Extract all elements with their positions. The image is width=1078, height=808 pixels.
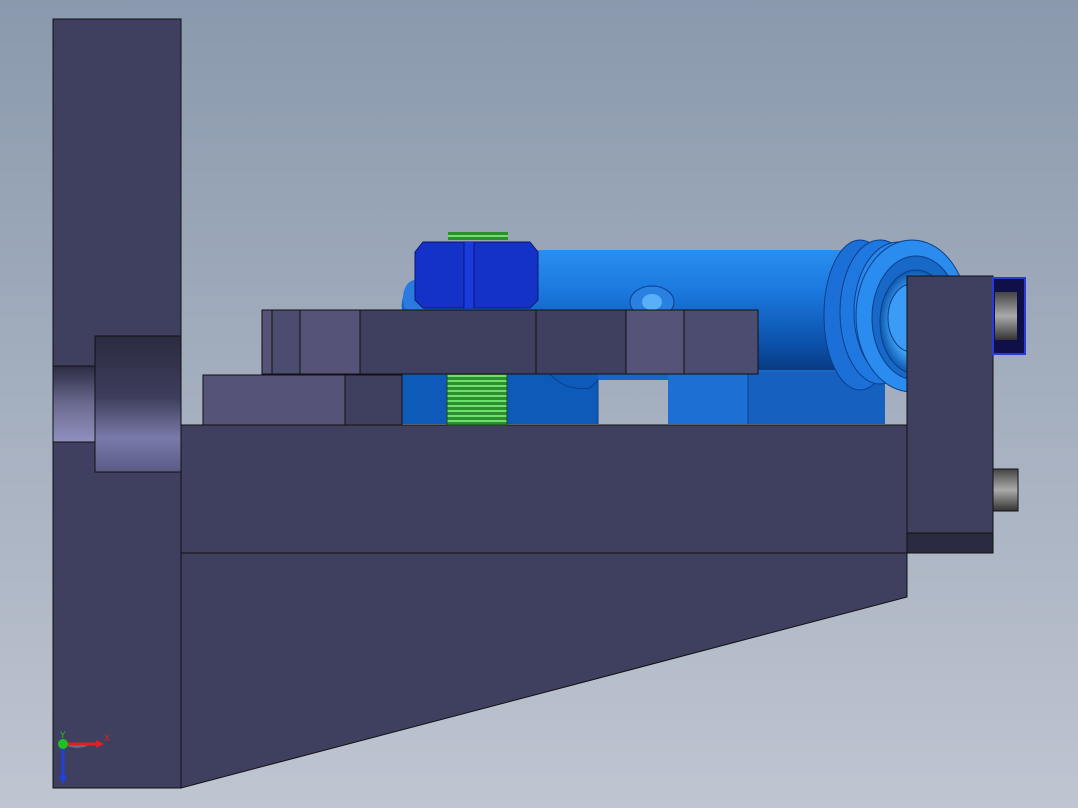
mounting-plate-vertical[interactable] [52,18,182,789]
cad-viewport[interactable]: X Y [0,0,1078,808]
threaded-stud[interactable] [446,371,508,426]
y-axis-label: Y [59,731,66,741]
x-axis-label: X [104,734,110,744]
clamp-block-lower[interactable] [202,374,403,426]
clamp-plate-upper[interactable] [261,309,759,375]
model-canvas[interactable]: X Y [0,0,1078,808]
hex-nut[interactable] [414,232,539,309]
